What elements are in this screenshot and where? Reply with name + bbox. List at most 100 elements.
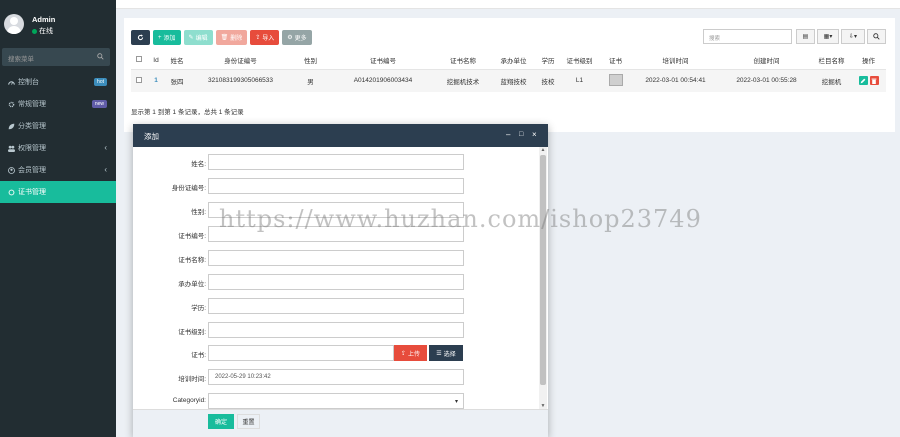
field-label: 承办单位: (178, 281, 206, 288)
select-all-checkbox[interactable] (136, 56, 142, 63)
reset-button[interactable]: 重置 (237, 414, 260, 429)
column-header[interactable]: 身份证编号 (189, 52, 292, 70)
certificate-image-field[interactable] (208, 345, 394, 361)
category-select[interactable]: ▾ (208, 393, 464, 409)
table-cell: 技校 (538, 69, 558, 92)
table-cell: L1 (558, 69, 601, 92)
table-cell: 2022-03-01 00:55:28 (721, 69, 812, 92)
sidebar: Admin 在线 搜索菜单 控制台 hot 常规管理 new 分类管理 权限管理… (0, 0, 116, 437)
columns-icon: ▦▾ (823, 34, 833, 40)
field-label: 培训时间: (178, 376, 206, 383)
scroll-thumb[interactable] (540, 155, 546, 385)
upload-icon: ⇪ (255, 35, 261, 41)
upload-button-label: 上传 (408, 351, 421, 358)
column-header[interactable]: 姓名 (165, 52, 189, 70)
more-button-label: 更多 (294, 36, 307, 42)
form-row-level: 证书级别: (133, 322, 538, 338)
refresh-button[interactable] (131, 30, 150, 45)
column-header[interactable]: 培训时间 (630, 52, 721, 70)
form-row-education: 学历: (133, 298, 538, 314)
training-time-field[interactable]: 2022-05-29 10:23:42 (208, 369, 464, 385)
user-name: Admin (32, 15, 56, 24)
group-icon (7, 144, 15, 152)
import-button[interactable]: ⇪ 导入 (250, 30, 280, 45)
new-badge: new (91, 100, 107, 108)
list-view-icon: ▤ (802, 34, 809, 40)
delete-button-label: 删除 (230, 36, 243, 42)
name-field[interactable] (208, 154, 464, 170)
idcard-field[interactable] (208, 178, 464, 194)
sidebar-item-certificate[interactable]: 证书管理 (0, 181, 116, 203)
select-all-header[interactable] (131, 52, 147, 70)
sidebar-item-category[interactable]: 分类管理 (0, 115, 116, 137)
certificate-level-field[interactable] (208, 322, 464, 338)
avatar[interactable] (4, 14, 24, 34)
column-header[interactable]: 学历 (538, 52, 558, 70)
certificate-name-field[interactable] (208, 250, 464, 266)
search-icon[interactable] (97, 53, 104, 60)
close-icon[interactable]: × (532, 130, 537, 139)
trash-icon (871, 78, 877, 84)
edit-button[interactable]: ✎ 编辑 (183, 30, 213, 45)
import-button-label: 导入 (262, 36, 275, 42)
export-button[interactable]: ⇩▾ (841, 29, 865, 44)
maximize-icon[interactable]: □ (519, 131, 523, 138)
column-header[interactable]: 创建时间 (721, 52, 812, 70)
certificate-thumbnail[interactable] (608, 73, 623, 86)
sidebar-search-input[interactable]: 搜索菜单 (2, 48, 110, 66)
minimize-icon[interactable]: – (506, 130, 510, 139)
sidebar-item-label: 分类管理 (18, 123, 46, 130)
dialog-scrollbar[interactable]: ▲ ▼ (539, 147, 547, 409)
field-label: 证书名称: (178, 257, 206, 264)
education-field[interactable] (208, 298, 464, 314)
column-header[interactable]: 证书名称 (437, 52, 489, 70)
table-cell: 张四 (165, 69, 189, 92)
table-cell: 321083199305066533 (189, 69, 292, 92)
column-header[interactable]: 证书级别 (558, 52, 601, 70)
sidebar-item-label: 权限管理 (18, 145, 46, 152)
search-toggle-button[interactable] (867, 29, 886, 44)
table-header-row: Id 姓名 身份证编号 性别 证书编号 证书名称 承办单位 学历 证书级别 证书… (131, 52, 886, 70)
organizer-field[interactable] (208, 274, 464, 290)
column-header[interactable]: 证书 (601, 52, 630, 70)
pencil-icon: ✎ (188, 35, 194, 41)
sidebar-item-general[interactable]: 常规管理 new (0, 93, 116, 115)
column-header[interactable]: 承办单位 (489, 52, 538, 70)
online-dot-icon (32, 28, 37, 34)
column-header[interactable]: Id (147, 52, 165, 70)
dialog-header[interactable]: 添加 – □ × (133, 124, 548, 147)
table-row[interactable]: 1 张四 321083199305066533 男 A0142019060034… (131, 69, 886, 92)
table-cell: 挖掘机 (812, 69, 851, 92)
plus-icon: + (158, 34, 162, 41)
row-edit-button[interactable] (858, 76, 868, 85)
column-header[interactable]: 证书编号 (329, 52, 437, 70)
column-header[interactable]: 栏目名称 (812, 52, 851, 70)
choose-button[interactable]: ☰ 选择 (429, 345, 463, 361)
more-button[interactable]: ⚙ 更多 (282, 30, 312, 45)
export-icon: ⇩▾ (848, 34, 858, 40)
row-select-cell[interactable] (131, 69, 147, 92)
upload-button[interactable]: ⇪ 上传 (394, 345, 427, 361)
column-header[interactable]: 性别 (292, 52, 329, 70)
scroll-up-icon[interactable]: ▲ (539, 147, 547, 153)
sidebar-item-auth[interactable]: 权限管理 ‹ (0, 137, 116, 159)
sidebar-item-member[interactable]: 会员管理 ‹ (0, 159, 116, 181)
confirm-button[interactable]: 确定 (208, 414, 234, 429)
circle-icon (7, 188, 15, 196)
table-search-input[interactable]: 搜索 (703, 29, 792, 44)
columns-button[interactable]: ▦▾ (817, 29, 839, 44)
sidebar-item-dashboard[interactable]: 控制台 hot (0, 71, 116, 93)
toggle-view-button[interactable]: ▤ (796, 29, 815, 44)
certificate-thumb-cell[interactable] (601, 69, 630, 92)
add-button[interactable]: + 添加 (153, 30, 181, 45)
row-delete-button[interactable] (869, 76, 879, 85)
form-row-category: Categoryid: ▾ (133, 393, 538, 409)
edit-button-label: 编辑 (195, 36, 208, 42)
row-checkbox[interactable] (136, 76, 142, 83)
table-cell: 男 (292, 69, 329, 92)
list-icon: ☰ (436, 350, 442, 357)
field-label: 证书级别: (178, 329, 206, 336)
table-cell: 2022-03-01 00:54:41 (630, 69, 721, 92)
delete-button[interactable]: 🗑 删除 (215, 30, 248, 45)
sidebar-item-label: 控制台 (18, 79, 39, 86)
